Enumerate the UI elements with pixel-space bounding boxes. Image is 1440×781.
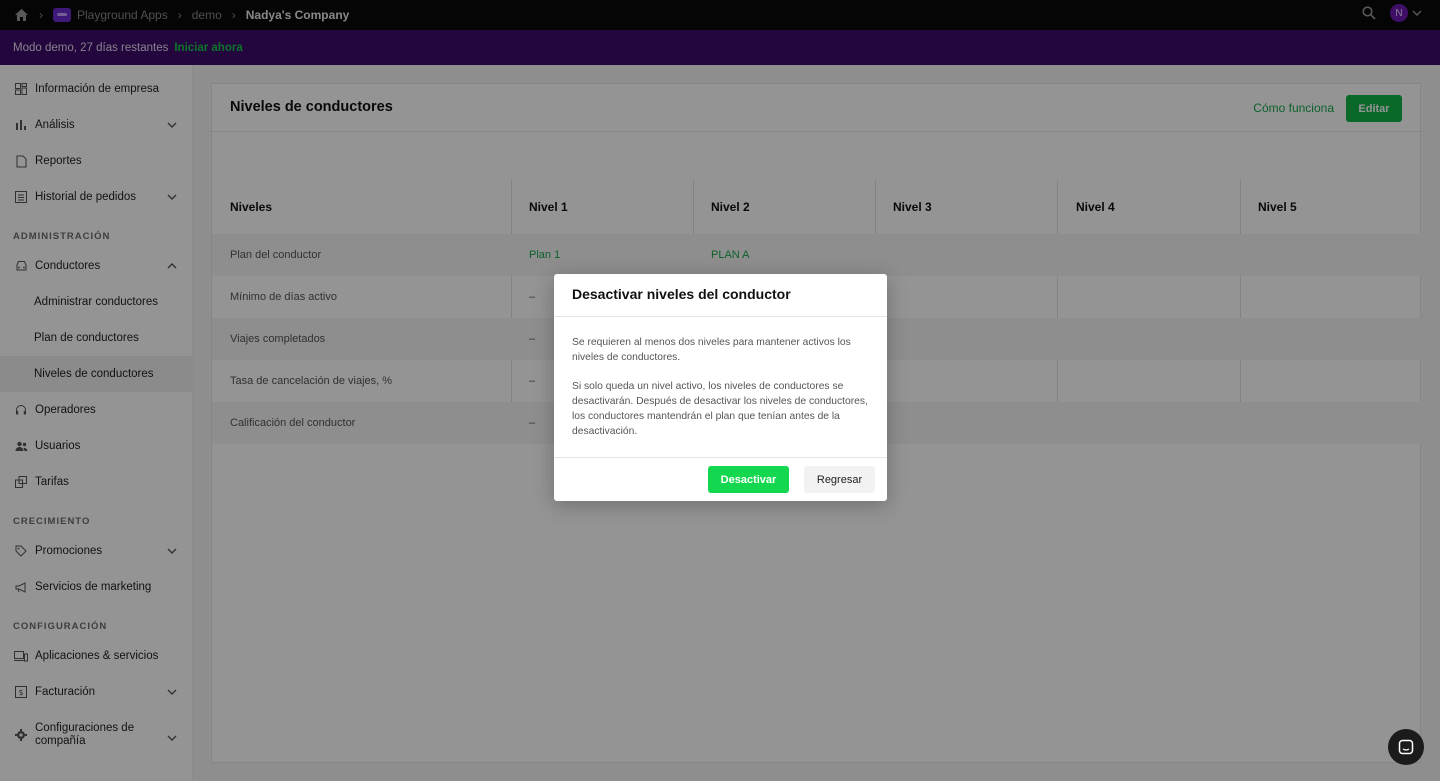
divider [554,316,887,317]
dialog-paragraph: Si solo queda un nivel activo, los nivel… [572,381,868,437]
deactivate-levels-dialog: Desactivar niveles del conductor Se requ… [554,274,887,501]
dialog-paragraph: Se requieren al menos dos niveles para m… [572,337,851,363]
back-button[interactable]: Regresar [804,466,875,493]
dialog-title: Desactivar niveles del conductor [572,286,791,302]
chat-icon [1398,739,1414,755]
chat-launcher-button[interactable] [1388,729,1424,765]
divider [554,457,887,458]
deactivate-button[interactable]: Desactivar [708,466,789,493]
